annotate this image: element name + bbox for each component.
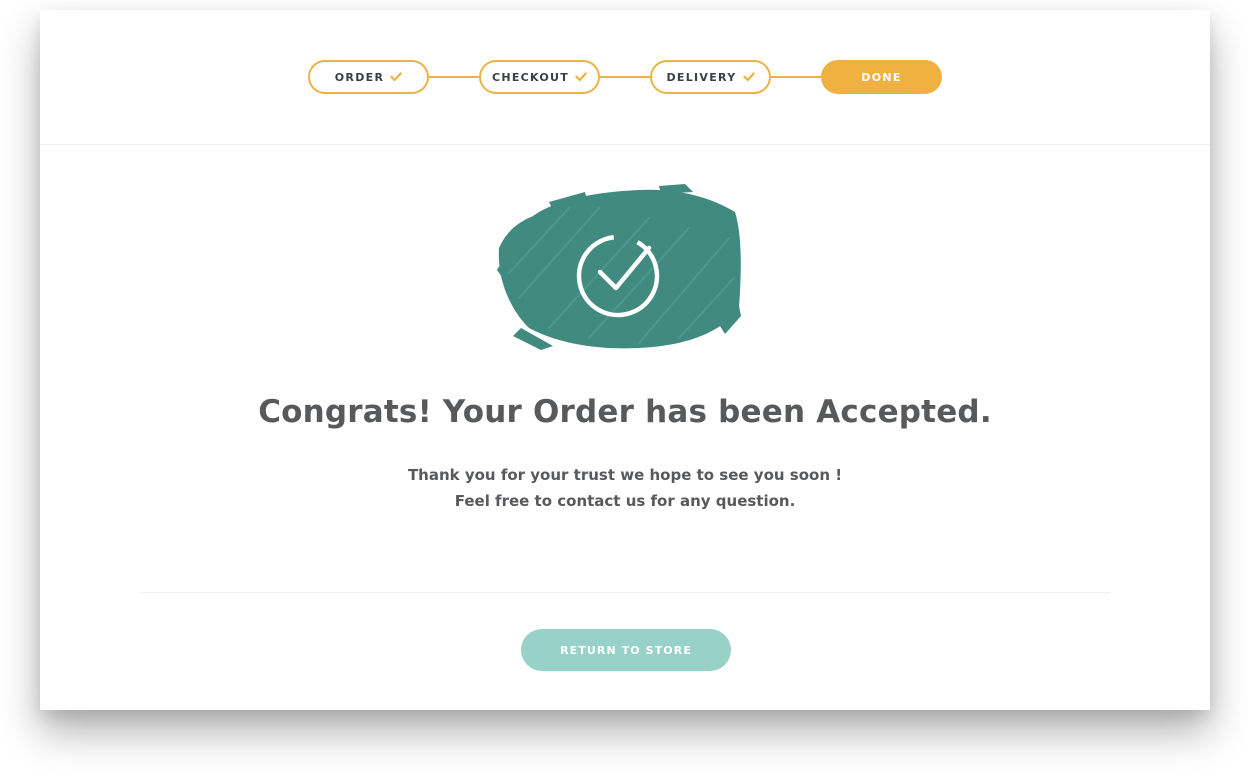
step-label: CHECKOUT: [491, 70, 570, 84]
step-label: DONE: [861, 70, 902, 84]
confirmation-title: Congrats! Your Order has been Accepted.: [258, 394, 992, 430]
step-delivery[interactable]: DELIVERY: [650, 60, 771, 94]
divider: [140, 592, 1110, 593]
checkmark-icon: [390, 72, 402, 82]
step-done[interactable]: DONE: [821, 60, 942, 94]
checkout-stepper: ORDER CHECKOUT DELIVERY DONE: [308, 60, 942, 94]
step-connector: [771, 76, 823, 78]
checkout-progress-bar: ORDER CHECKOUT DELIVERY DONE: [40, 10, 1210, 145]
step-connector: [600, 76, 652, 78]
step-order[interactable]: ORDER: [308, 60, 429, 94]
checkmark-icon: [575, 72, 587, 82]
checkmark-icon: [742, 72, 755, 82]
step-connector: [429, 76, 481, 78]
confirmation-message: Thank you for your trust we hope to see …: [40, 462, 1210, 514]
check-circle-icon: [497, 184, 741, 350]
confirmation-line-1: Thank you for your trust we hope to see …: [407, 466, 843, 484]
order-confirmation-card: ORDER CHECKOUT DELIVERY DONE Congrats! Y…: [40, 10, 1210, 710]
confirmation-line-2: Feel free to contact us for any question…: [454, 492, 796, 510]
step-label: ORDER: [334, 70, 385, 84]
step-label: DELIVERY: [666, 70, 737, 84]
step-checkout[interactable]: CHECKOUT: [479, 60, 600, 94]
return-to-store-button[interactable]: RETURN TO STORE: [521, 629, 731, 671]
